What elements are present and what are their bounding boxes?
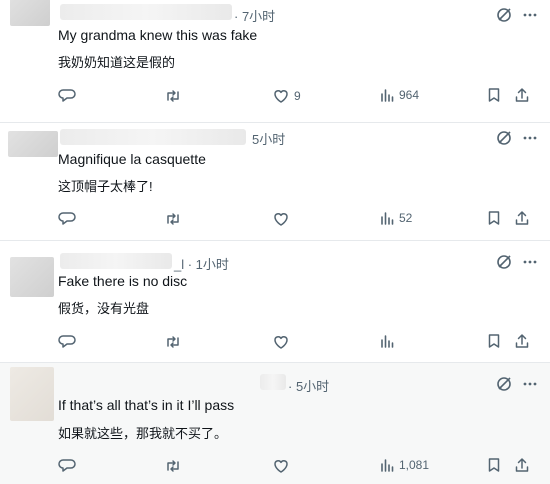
bookmark-icon (488, 88, 500, 102)
reply-icon (58, 459, 76, 472)
share-icon (515, 88, 529, 102)
bookmark-icon (488, 211, 500, 225)
author-name[interactable] (260, 374, 286, 390)
tweet-translation: 假货，没有光盘 (58, 301, 150, 316)
views-button[interactable] (379, 333, 399, 349)
reply-tweet[interactable]: · 7小时 My grandma knew this was fake 我奶奶知… (0, 0, 550, 122)
tweet-timestamp[interactable]: · 5小时 (288, 376, 329, 395)
grok-icon[interactable] (496, 376, 512, 392)
retweet-icon (167, 336, 179, 348)
more-icon[interactable] (522, 254, 538, 270)
reply-tweet[interactable]: 5小时 Magnifique la casquette 这顶帽子太棒了! 52 (0, 123, 550, 240)
more-icon[interactable] (522, 7, 538, 23)
more-icon[interactable] (522, 130, 538, 146)
share-button[interactable] (514, 87, 530, 103)
share-button[interactable] (514, 333, 530, 349)
retweet-icon (167, 460, 179, 472)
action-bar (58, 333, 538, 353)
share-icon (515, 458, 529, 472)
views-icon (381, 212, 394, 225)
bookmark-button[interactable] (486, 87, 502, 103)
share-button[interactable] (514, 210, 530, 226)
view-count: 52 (399, 211, 413, 225)
tweet-text: Magnifique la casquette (58, 151, 206, 167)
views-icon (381, 89, 394, 102)
reply-button[interactable] (58, 210, 76, 228)
author-name[interactable] (60, 129, 246, 145)
grok-icon[interactable] (496, 7, 512, 23)
reply-icon (58, 89, 76, 102)
like-icon (274, 336, 288, 349)
reply-icon (58, 335, 76, 348)
avatar[interactable] (8, 131, 58, 157)
tweet-text: If that’s all that’s in it I’ll pass (58, 397, 235, 413)
action-bar: 1,081 (58, 457, 538, 477)
views-button[interactable]: 964 (379, 87, 419, 103)
grok-icon[interactable] (496, 254, 512, 270)
like-icon (274, 460, 288, 473)
bookmark-button[interactable] (486, 210, 502, 226)
retweet-button[interactable] (164, 333, 182, 351)
tweet-text: My grandma knew this was fake (58, 27, 258, 43)
retweet-icon (167, 90, 179, 102)
bookmark-button[interactable] (486, 333, 502, 349)
reply-button[interactable] (58, 87, 76, 105)
reply-icon (58, 212, 76, 225)
avatar[interactable] (10, 257, 54, 297)
retweet-button[interactable] (164, 210, 182, 228)
views-button[interactable]: 52 (379, 210, 412, 226)
views-button[interactable]: 1,081 (379, 457, 429, 473)
like-icon (274, 90, 288, 103)
action-bar: 52 (58, 210, 538, 230)
like-button[interactable] (272, 210, 294, 228)
grok-icon[interactable] (496, 130, 512, 146)
retweet-button[interactable] (164, 87, 182, 105)
retweet-button[interactable] (164, 457, 182, 475)
tweet-translation: 如果就这些，那我就不买了。 (58, 426, 228, 441)
bookmark-icon (488, 458, 500, 472)
retweet-icon (167, 213, 179, 225)
author-name[interactable] (60, 4, 232, 20)
avatar[interactable] (10, 0, 50, 26)
like-button[interactable]: 9 (272, 87, 301, 105)
tweet-text: Fake there is no disc (58, 273, 188, 289)
like-button[interactable] (272, 457, 294, 475)
action-bar: 9 964 (58, 87, 538, 107)
view-count: 1,081 (399, 458, 430, 472)
reply-tweet[interactable]: · 5小时 If that’s all that’s in it I’ll pa… (0, 363, 550, 484)
share-icon (515, 211, 529, 225)
author-name[interactable] (60, 253, 172, 269)
like-icon (274, 213, 288, 226)
tweet-timestamp[interactable]: 5小时 (252, 129, 285, 148)
reply-button[interactable] (58, 457, 76, 475)
views-icon (381, 459, 394, 472)
like-button[interactable] (272, 333, 294, 351)
share-icon (515, 334, 529, 348)
bookmark-icon (488, 334, 500, 348)
reply-tweet[interactable]: _l · 1小时 Fake there is no disc 假货，没有光盘 (0, 241, 550, 362)
reply-feed: · 7小时 My grandma knew this was fake 我奶奶知… (0, 0, 550, 484)
bookmark-button[interactable] (486, 457, 502, 473)
view-count: 964 (399, 88, 420, 102)
share-button[interactable] (514, 457, 530, 473)
tweet-timestamp[interactable]: · 7小时 (234, 6, 275, 25)
more-icon[interactable] (522, 376, 538, 392)
tweet-translation: 这顶帽子太棒了! (58, 179, 153, 194)
avatar[interactable] (10, 367, 54, 421)
views-icon (381, 335, 394, 348)
reply-button[interactable] (58, 333, 76, 351)
tweet-translation: 我奶奶知道这是假的 (58, 55, 176, 70)
tweet-timestamp[interactable]: _l · 1小时 (174, 254, 229, 273)
like-count: 9 (294, 89, 301, 103)
